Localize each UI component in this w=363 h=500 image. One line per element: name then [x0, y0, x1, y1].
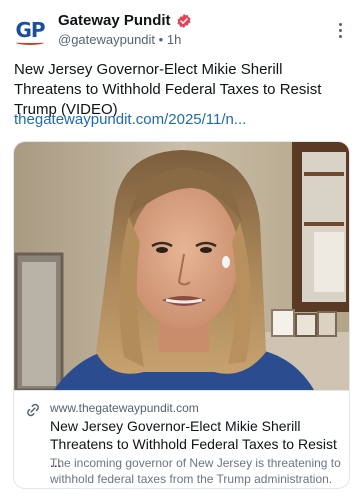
- verified-badge-icon: [176, 13, 191, 28]
- handle-row: @gatewaypundit • 1h: [58, 32, 181, 47]
- handle[interactable]: @gatewaypundit: [58, 32, 155, 47]
- card-description: The incoming governor of New Jersey is t…: [50, 456, 341, 486]
- avatar[interactable]: GP: [12, 12, 48, 48]
- link-preview-card[interactable]: www.thegatewaypundit.com New Jersey Gove…: [13, 141, 350, 489]
- thumbnail-image: [14, 142, 349, 390]
- video-thumbnail[interactable]: [14, 142, 349, 390]
- separator: •: [158, 32, 164, 47]
- link-icon: [27, 403, 39, 417]
- more-options-icon[interactable]: [330, 20, 350, 40]
- avatar-logo-text: GP: [15, 18, 45, 42]
- post-link[interactable]: thegatewaypundit.com/2025/11/n...: [14, 110, 352, 130]
- post-header: GP Gateway Pundit @gatewaypundit • 1h: [12, 8, 352, 52]
- avatar-swoosh: [16, 40, 44, 45]
- social-post: GP Gateway Pundit @gatewaypundit • 1h Ne…: [0, 0, 363, 500]
- timestamp[interactable]: 1h: [167, 32, 181, 47]
- card-domain: www.thegatewaypundit.com: [50, 401, 199, 415]
- name-row: Gateway Pundit: [58, 12, 192, 29]
- display-name[interactable]: Gateway Pundit: [58, 12, 171, 29]
- card-meta[interactable]: www.thegatewaypundit.com New Jersey Gove…: [14, 390, 349, 488]
